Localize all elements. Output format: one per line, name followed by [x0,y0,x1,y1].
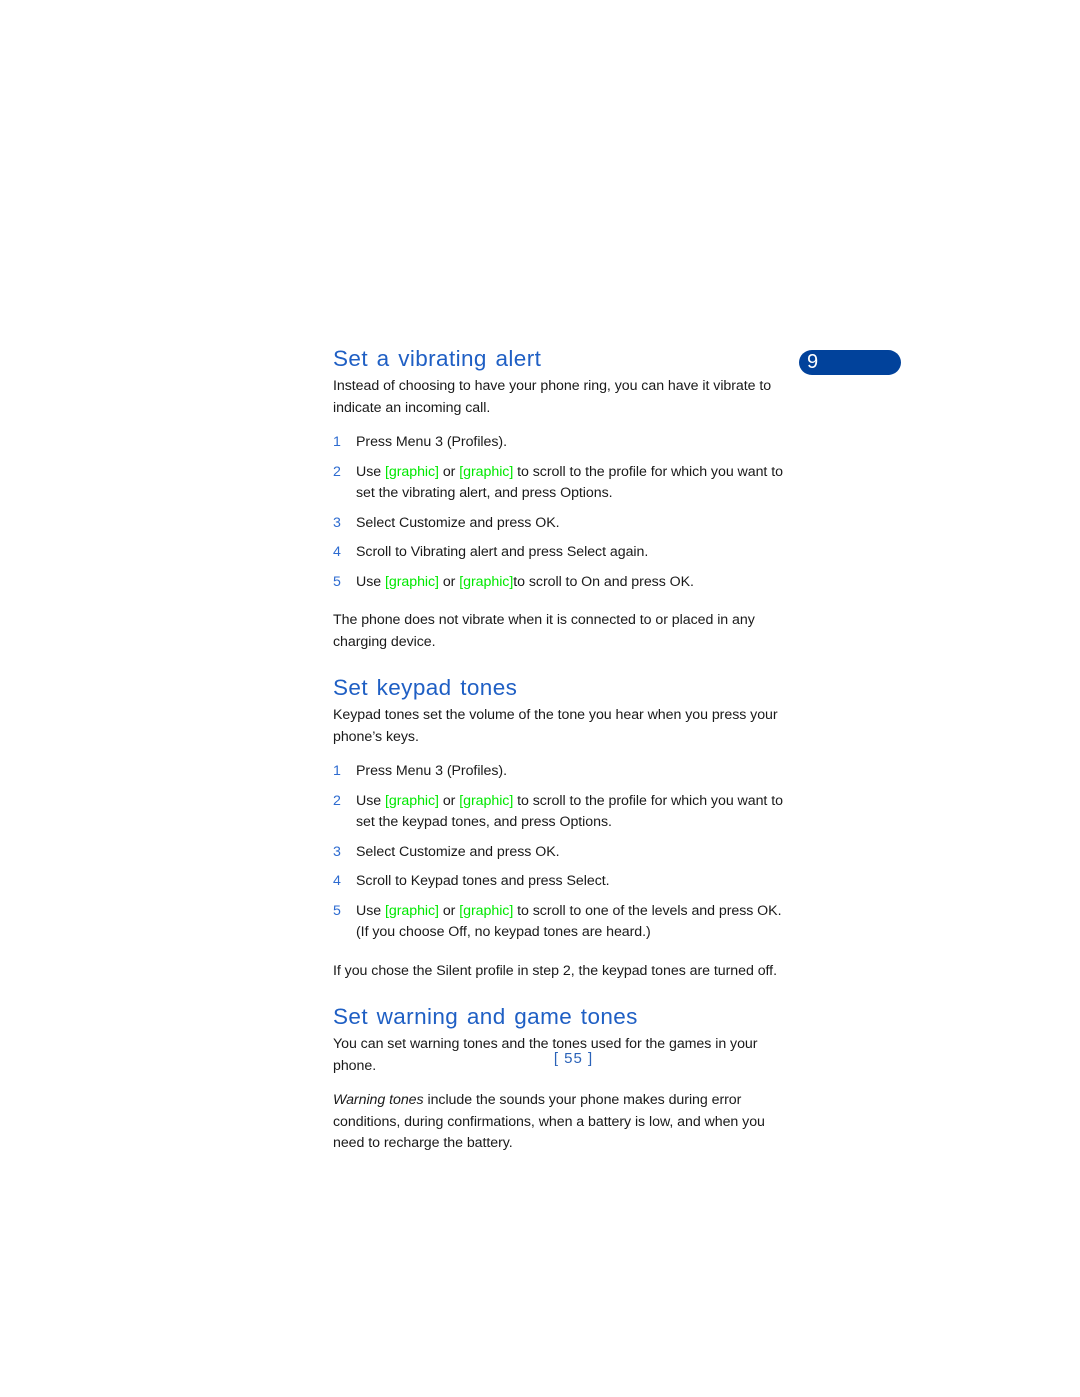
step-text: Press Menu 3 (Profiles). [356,434,507,450]
chapter-number: 9 [807,350,819,373]
list-item: 4 Scroll to Vibrating alert and press Se… [333,542,793,564]
section-heading: Set a vibrating alert [333,346,542,371]
step-text: Use [graphic] or [graphic]to scroll to O… [356,573,694,590]
step-text: Press Menu 3 (Profiles). [356,763,507,779]
section-set-keypad-tones: Set keypad tones Keypad tones set the vo… [333,674,793,982]
step-number: 1 [333,763,341,779]
step-text: Select Customize and press OK. [356,843,560,860]
list-item: 2 Use [graphic] or [graphic] to scroll t… [333,462,793,505]
section-intro-paragraph: Keypad tones set the volume of the tone … [333,707,778,745]
list-item: 3 Select Customize and press OK. [333,842,793,864]
step-number: 1 [333,434,341,450]
warning-tones-term: Warning tones [333,1092,424,1108]
step-text: Use [graphic] or [graphic] to scroll to … [356,792,783,831]
section-heading: Set keypad tones [333,675,518,700]
step-number: 5 [333,573,341,590]
chapter-tab-marker: 9 [799,350,901,375]
graphic-placeholder-token: [graphic] [384,573,439,590]
step-number: 5 [333,902,341,919]
step-text: Scroll to Keypad tones and press Select. [356,873,610,889]
step-text: Select Customize and press OK. [356,514,560,531]
list-item: 3 Select Customize and press OK. [333,513,793,535]
step-number: 4 [333,873,341,889]
step-list: 1 Press Menu 3 (Profiles). 2 Use [graphi… [333,761,793,944]
list-item: 5 Use [graphic] or [graphic]to scroll to… [333,572,793,594]
section-note-paragraph: If you chose the Silent profile in step … [333,962,777,979]
step-number: 2 [333,463,341,480]
page-number-footer: [ 55 ] [0,1050,1080,1067]
warning-tones-definition-paragraph: Warning tones include the sounds your ph… [333,1090,793,1155]
section-set-a-vibrating-alert: Set a vibrating alert Instead of choosin… [333,345,793,653]
graphic-placeholder-token: [graphic] [384,463,439,480]
document-page: 9 Set a vibrating alert Instead of choos… [0,0,1080,1397]
graphic-placeholder-token: [graphic] [384,902,439,919]
graphic-placeholder-token: [graphic] [459,463,514,480]
section-set-warning-and-game-tones: Set warning and game tones You can set w… [333,1003,793,1155]
step-text: Use [graphic] or [graphic] to scroll to … [356,902,782,941]
step-text: Use [graphic] or [graphic] to scroll to … [356,463,783,502]
step-text: Scroll to Vibrating alert and press Sele… [356,544,649,560]
step-number: 3 [333,843,341,860]
section-heading: Set warning and game tones [333,1004,638,1029]
step-list: 1 Press Menu 3 (Profiles). 2 Use [graphi… [333,432,793,593]
graphic-placeholder-token: [graphic] [459,792,514,809]
list-item: 4 Scroll to Keypad tones and press Selec… [333,871,793,893]
step-number: 4 [333,544,341,560]
section-note-paragraph: The phone does not vibrate when it is co… [333,612,755,650]
list-item: 1 Press Menu 3 (Profiles). [333,761,793,783]
step-number: 2 [333,792,341,809]
graphic-placeholder-token: [graphic] [384,792,439,809]
step-number: 3 [333,514,341,531]
list-item: 5 Use [graphic] or [graphic] to scroll t… [333,901,793,944]
graphic-placeholder-token: [graphic] [459,573,514,590]
section-intro-paragraph: Instead of choosing to have your phone r… [333,378,772,416]
page-number-label: [ 55 ] [553,1050,594,1067]
list-item: 2 Use [graphic] or [graphic] to scroll t… [333,791,793,834]
page-content: Set a vibrating alert Instead of choosin… [333,345,793,1155]
list-item: 1 Press Menu 3 (Profiles). [333,432,793,454]
graphic-placeholder-token: [graphic] [459,902,514,919]
